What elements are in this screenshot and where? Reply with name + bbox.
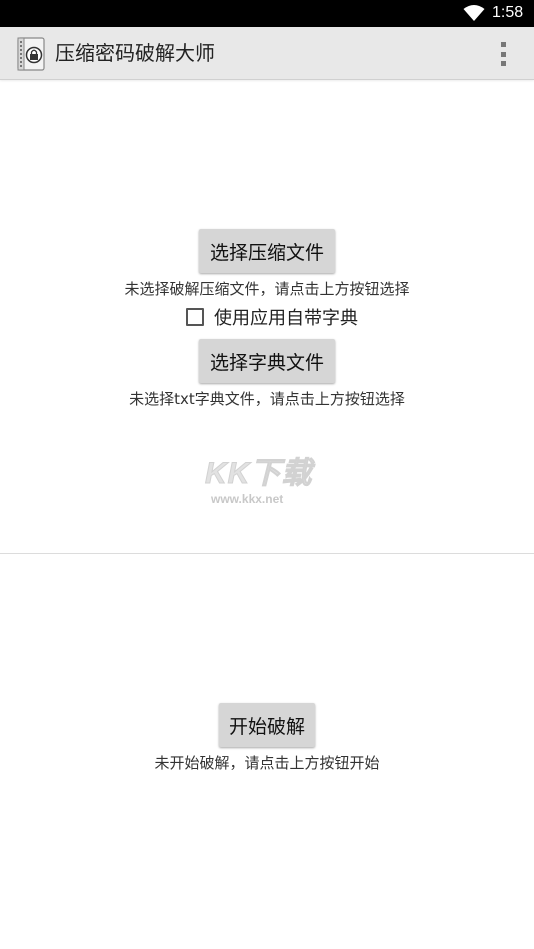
builtin-dict-checkbox[interactable] (186, 308, 204, 326)
crack-status-text: 未开始破解，请点击上方按钮开始 (154, 754, 380, 772)
zip-lock-icon (17, 37, 45, 71)
status-time: 1:58 (492, 4, 524, 21)
watermark-logo: KK下载 www.kkx.net (205, 448, 335, 508)
select-archive-button[interactable]: 选择压缩文件 (199, 229, 335, 273)
builtin-dict-label[interactable]: 使用应用自带字典 (214, 304, 358, 330)
archive-status-text: 未选择破解压缩文件，请点击上方按钮选择 (124, 280, 410, 298)
overflow-menu-icon[interactable] (492, 39, 514, 69)
status-bar: 1:58 (0, 0, 534, 27)
wifi-icon (463, 5, 485, 21)
builtin-dict-checkbox-row[interactable]: 使用应用自带字典 (186, 305, 358, 329)
start-crack-button[interactable]: 开始破解 (219, 703, 315, 747)
action-bar: 压缩密码破解大师 (0, 27, 534, 80)
watermark-url: www.kkx.net (211, 492, 284, 506)
watermark-brand: KK下载 (205, 457, 313, 491)
select-dict-button[interactable]: 选择字典文件 (199, 339, 335, 383)
dict-status-text: 未选择txt字典文件，请点击上方按钮选择 (129, 390, 405, 408)
app-title: 压缩密码破解大师 (55, 41, 215, 65)
section-divider (0, 553, 534, 554)
